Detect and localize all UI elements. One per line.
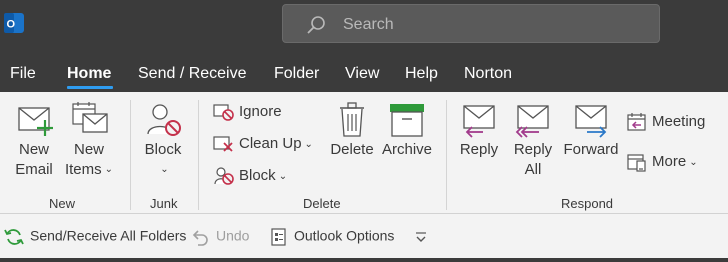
chevron-down-icon: ⌄	[304, 138, 313, 150]
chevron-down-icon: ⌄	[278, 170, 288, 182]
outlook-logo-icon: O	[4, 13, 24, 33]
send-receive-all-label: Send/Receive All Folders	[30, 227, 187, 244]
new-items-icon	[72, 102, 108, 133]
group-separator	[446, 100, 447, 210]
ignore-icon	[213, 104, 234, 121]
reply-label: Reply	[459, 141, 499, 158]
block-sender-icon	[147, 104, 181, 136]
group-separator	[198, 100, 199, 210]
more-label: More	[652, 152, 687, 170]
quick-access-toolbar: Send/Receive All Folders Undo Outlook Op…	[0, 214, 728, 258]
meeting-button[interactable]: Meeting	[626, 112, 705, 132]
more-respond-icon	[627, 154, 646, 172]
tab-send-receive[interactable]: Send / Receive	[138, 65, 247, 83]
active-tab-indicator	[67, 86, 113, 89]
new-items-label-1: New	[73, 141, 104, 158]
group-separator	[130, 100, 131, 210]
reply-all-label-1: Reply	[513, 141, 553, 158]
archive-button[interactable]: Archive	[380, 100, 434, 160]
outlook-options-label: Outlook Options	[294, 227, 395, 244]
block-icon	[214, 167, 234, 185]
reply-all-icon	[515, 105, 549, 138]
ribbon-home: New Email New Items ⌄ New Block ⌄ Junk I…	[0, 92, 728, 214]
chevron-down-icon: ⌄	[104, 164, 114, 176]
tab-folder[interactable]: Folder	[274, 65, 319, 83]
search-box[interactable]: Search	[282, 4, 660, 43]
reply-button[interactable]: Reply	[456, 100, 502, 160]
chevron-down-icon: ⌄	[160, 164, 169, 176]
delete-block-button[interactable]: Block ⌄	[213, 166, 287, 186]
title-bar: O Search	[0, 0, 728, 56]
options-icon	[271, 228, 286, 246]
outlook-options-button[interactable]: Outlook Options	[270, 227, 394, 247]
reply-all-label-2: All	[524, 161, 542, 178]
group-label-delete: Delete	[303, 196, 341, 211]
reply-icon	[463, 105, 495, 138]
group-label-junk: Junk	[150, 196, 178, 211]
chevron-down-icon: ⌄	[689, 156, 698, 168]
ignore-label: Ignore	[239, 102, 282, 120]
ribbon-tabs: File Home Send / Receive Folder View Hel…	[0, 56, 728, 92]
new-email-button[interactable]: New Email	[10, 100, 58, 180]
customize-dropdown-icon	[416, 232, 426, 242]
tab-file[interactable]: File	[10, 65, 36, 83]
new-items-label-2: Items	[64, 161, 102, 178]
search-placeholder: Search	[343, 16, 394, 33]
clean-up-button[interactable]: Clean Up ⌄	[213, 134, 313, 154]
svg-text:O: O	[7, 19, 16, 31]
delete-label: Delete	[330, 141, 374, 158]
clean-up-label: Clean Up	[239, 134, 302, 152]
clean-up-icon	[213, 136, 233, 152]
more-respond-button[interactable]: More ⌄	[626, 152, 698, 172]
sync-icon	[4, 229, 24, 245]
tab-view[interactable]: View	[345, 65, 379, 83]
group-label-new: New	[49, 196, 76, 211]
reply-all-button[interactable]: Reply All	[508, 100, 558, 180]
junk-block-button[interactable]: Block ⌄	[140, 100, 186, 180]
delete-button[interactable]: Delete	[328, 100, 376, 160]
window-bottom-edge	[0, 258, 728, 262]
junk-block-label: Block	[144, 141, 182, 158]
forward-icon	[575, 105, 607, 138]
trash-icon	[340, 102, 364, 137]
new-email-label-1: New	[18, 141, 49, 158]
group-label-respond: Respond	[561, 196, 614, 211]
customize-toolbar-button[interactable]	[414, 227, 434, 247]
forward-button[interactable]: Forward	[562, 100, 620, 160]
new-email-icon	[18, 107, 53, 136]
new-email-label-2: Email	[15, 161, 53, 178]
ignore-button[interactable]: Ignore	[213, 102, 282, 122]
search-icon	[307, 16, 325, 34]
delete-block-label: Block	[239, 166, 276, 184]
undo-button[interactable]: Undo	[190, 227, 249, 247]
meeting-label: Meeting	[652, 112, 706, 130]
archive-icon	[390, 104, 424, 137]
tab-norton[interactable]: Norton	[464, 65, 512, 83]
tab-home[interactable]: Home	[67, 65, 111, 83]
send-receive-all-button[interactable]: Send/Receive All Folders	[4, 227, 186, 247]
tab-help[interactable]: Help	[405, 65, 438, 83]
forward-label: Forward	[563, 141, 619, 158]
archive-label: Archive	[381, 141, 433, 158]
meeting-icon	[627, 113, 646, 131]
undo-label: Undo	[216, 227, 250, 244]
new-items-button[interactable]: New Items ⌄	[62, 100, 116, 180]
undo-icon	[192, 230, 208, 246]
